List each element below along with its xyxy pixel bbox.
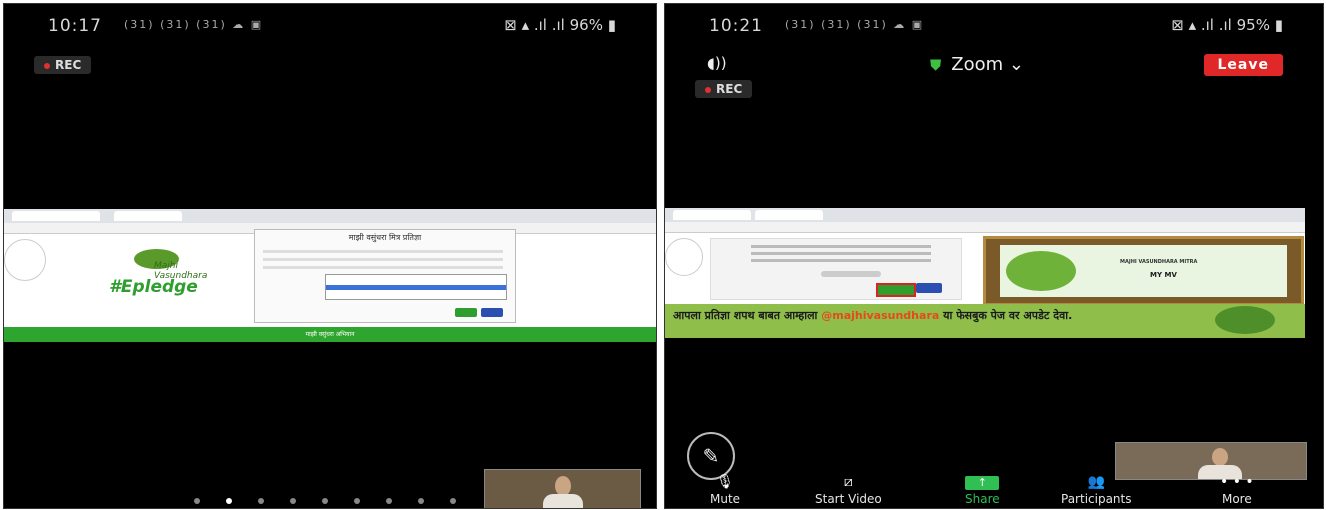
facebook-banner: आपला प्रतिज्ञा शपथ बाबत आम्हाला @majhiva… <box>665 304 1305 338</box>
rec-label: REC <box>716 82 743 96</box>
share-button[interactable]: ↑ Share <box>965 476 1000 506</box>
browser-tab <box>755 210 823 220</box>
meeting-title-text: Zoom <box>951 54 1004 75</box>
meeting-toolbar: 🎙 Mute ⧄ Start Video ↑ Share 👥 Participa… <box>665 474 1323 508</box>
video-off-icon: ⧄ <box>843 474 853 490</box>
rec-dot-icon <box>705 86 711 93</box>
print-button[interactable] <box>916 283 942 293</box>
more-icon: • • • <box>1220 474 1254 490</box>
footer-text: माझी वसुंधरा अभियान <box>305 331 355 338</box>
download-panel <box>710 238 962 300</box>
shield-icon: ⛊ <box>930 56 942 74</box>
certificate-name: MY MV <box>1150 271 1177 279</box>
participants-button[interactable]: 👥 Participants <box>1061 474 1132 506</box>
more-button[interactable]: • • • More <box>1220 474 1254 506</box>
banner-text-part2: या फेसबुक पेज वर अपडेट देवा. <box>943 309 1073 322</box>
start-video-label: Start Video <box>815 492 882 506</box>
banner-text: आपला प्रतिज्ञा शपथ बाबत आम्हाला @majhiva… <box>673 308 1133 323</box>
banner-handle[interactable]: @majhivasundhara <box>821 309 939 322</box>
submit-button[interactable] <box>455 308 477 317</box>
status-time: 10:17 <box>48 16 102 36</box>
tree-icon <box>1006 251 1076 291</box>
battery-percent: 96% <box>569 16 603 34</box>
form-heading: माझी वसुंधरा मित्र प्रतिज्ञा <box>348 233 422 242</box>
page-dot[interactable] <box>354 498 360 504</box>
person-head <box>1212 448 1228 466</box>
rec-dot-icon <box>44 62 50 69</box>
mute-button[interactable]: 🎙 Mute <box>710 474 740 506</box>
shared-screen: Majhi Vasundhara #Epledge माझी वसुंधरा म… <box>4 209 656 342</box>
right-phone-screen: 10:21 (31) (31) (31) ☁ ▣ ⊠ ▴ .ıl .ıl 95%… <box>664 3 1324 509</box>
logo-icon <box>1215 306 1275 334</box>
browser-url-bar <box>665 222 1305 233</box>
dropdown-selected-option[interactable] <box>326 285 506 290</box>
start-video-button[interactable]: ⧄ Start Video <box>815 474 882 506</box>
participants-label: Participants <box>1061 492 1132 506</box>
page-dot[interactable] <box>450 498 456 504</box>
signal-battery: ⊠ ▴ .ıl .ıl 96% ▮ <box>504 16 616 34</box>
share-buttons[interactable] <box>821 271 881 277</box>
rec-label: REC <box>55 58 82 72</box>
pledge-form: माझी वसुंधरा मित्र प्रतिज्ञा <box>254 229 516 323</box>
page-dot[interactable] <box>290 498 296 504</box>
notification-icons: (31) (31) (31) ☁ ▣ <box>124 18 264 31</box>
meeting-title[interactable]: ⛊ Zoom ⌄ <box>930 54 1024 75</box>
reset-button[interactable] <box>481 308 503 317</box>
microphone-icon: 🎙 <box>716 474 734 490</box>
mute-label: Mute <box>710 492 741 506</box>
page-dot[interactable] <box>194 498 200 504</box>
participants-icon: 👥 <box>1087 474 1105 490</box>
battery-percent: 95% <box>1236 16 1270 34</box>
majhi-vasundhara-logo: Majhi Vasundhara #Epledge <box>104 249 229 304</box>
status-bar: 10:21 (31) (31) (31) ☁ ▣ ⊠ ▴ .ıl .ıl 95%… <box>665 12 1323 38</box>
annotate-pen-icon[interactable]: ✎ <box>687 432 735 480</box>
left-phone-screen: 10:17 (31) (31) (31) ☁ ▣ ⊠ ▴ .ıl .ıl 96%… <box>3 3 657 509</box>
rec-indicator: REC <box>34 56 92 74</box>
download-button[interactable] <box>876 283 916 297</box>
green-footer-bar: माझी वसुंधरा अभियान <box>4 327 656 342</box>
browser-tab-bar <box>665 208 1305 223</box>
audio-output-icon[interactable]: ◖)) <box>707 54 727 72</box>
back-chevron-icon[interactable] <box>665 238 703 276</box>
certificate: MAJHI VASUNDHARA MITRA MY MV <box>1000 245 1287 297</box>
notification-icons: (31) (31) (31) ☁ ▣ <box>785 18 925 31</box>
more-label: More <box>1221 492 1252 506</box>
status-bar: 10:17 (31) (31) (31) ☁ ▣ ⊠ ▴ .ıl .ıl 96%… <box>4 12 656 38</box>
rec-indicator: REC <box>695 80 753 98</box>
leave-button[interactable]: Leave <box>1203 54 1283 76</box>
page-dot-active[interactable] <box>226 498 232 504</box>
banner-text-part1: आपला प्रतिज्ञा शपथ बाबत आम्हाला <box>673 309 818 322</box>
person-body <box>543 494 583 508</box>
page-dot[interactable] <box>386 498 392 504</box>
page-dot[interactable] <box>322 498 328 504</box>
browser-tab <box>12 211 100 221</box>
page-dot[interactable] <box>418 498 424 504</box>
dropdown-list[interactable] <box>325 274 507 300</box>
browser-tab <box>114 211 182 221</box>
signal-battery: ⊠ ▴ .ıl .ıl 95% ▮ <box>1171 16 1283 34</box>
person-head <box>555 476 571 496</box>
logo-text: #Epledge <box>109 277 198 297</box>
certificate-frame: MAJHI VASUNDHARA MITRA MY MV <box>983 236 1304 306</box>
browser-tab-bar <box>4 209 656 224</box>
self-video-thumbnail[interactable] <box>484 469 641 508</box>
chevron-down-icon: ⌄ <box>1008 54 1024 75</box>
shared-screen: MAJHI VASUNDHARA MITRA MY MV आपला प्रतिज… <box>665 208 1305 338</box>
page-indicator <box>194 489 482 508</box>
back-chevron-icon[interactable] <box>4 239 46 281</box>
share-icon: ↑ <box>965 476 1000 490</box>
browser-tab <box>673 210 751 220</box>
page-dot[interactable] <box>258 498 264 504</box>
share-label: Share <box>965 492 1000 506</box>
certificate-title: MAJHI VASUNDHARA MITRA <box>1120 259 1198 265</box>
status-time: 10:21 <box>709 16 763 36</box>
